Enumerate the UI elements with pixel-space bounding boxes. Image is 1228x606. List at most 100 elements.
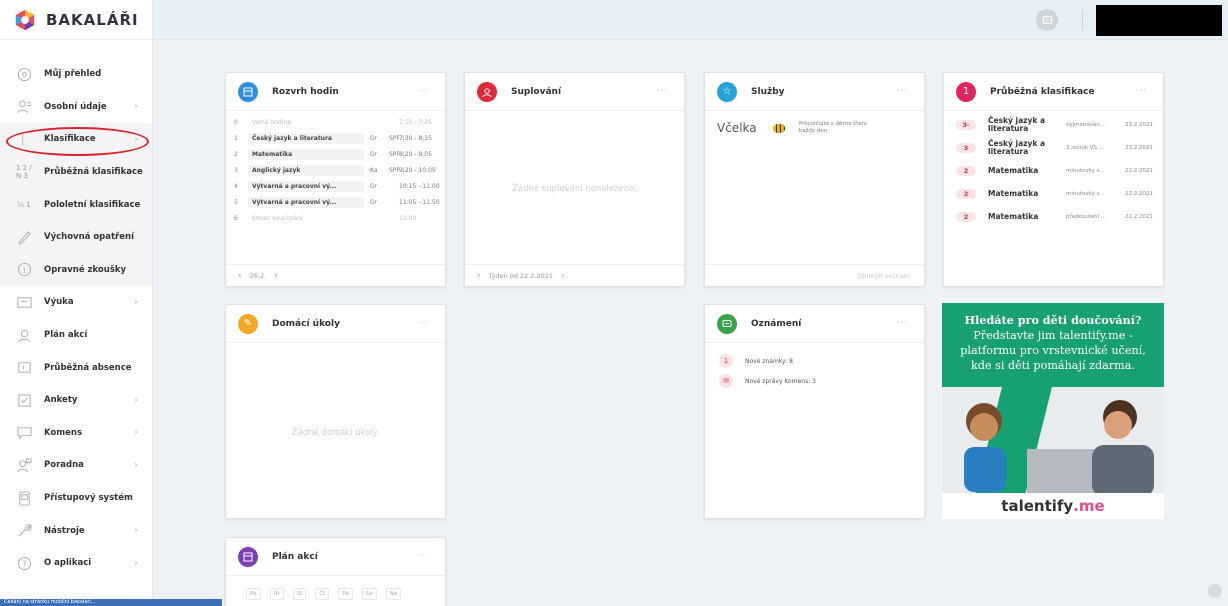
nav-item-nastroje[interactable]: Nástroje › <box>0 514 152 547</box>
card-menu-button[interactable]: ··· <box>417 318 429 328</box>
card-footer: ‹ 26.2. › <box>226 264 445 286</box>
new-messages-icon: ✉ <box>719 374 733 388</box>
survey-icon <box>16 392 32 408</box>
chevron-right-icon: › <box>134 394 138 406</box>
card-menu-button[interactable]: ··· <box>417 551 429 561</box>
weekday: So <box>361 588 377 600</box>
grade-date: 22.2.2021 <box>1125 190 1153 197</box>
chevron-left-icon[interactable]: ‹ <box>477 271 481 281</box>
nav-label: Opravné zkoušky <box>44 264 127 275</box>
announcements-card: Oznámení ··· 1 Nové známky: 8 ✉ Nové zpráv… <box>704 304 925 519</box>
announcement-text: Nové známky: 8 <box>745 357 793 365</box>
grade-row[interactable]: 3- Český jazyk a literatura vyjmenován... 2… <box>944 113 1163 136</box>
logo-suffix: .me <box>1073 497 1105 515</box>
nav-item-opravne-zkousky[interactable]: 1 Opravné zkoušky <box>0 253 152 287</box>
card-title: Průběžná klasifikace <box>990 86 1095 97</box>
nav-item-o-aplikaci[interactable]: ? O aplikaci › <box>0 547 152 580</box>
grade-date: 22.2.2021 <box>1125 213 1153 220</box>
talentify-ad-banner[interactable]: Hledáte pro děti doučování? Představte j… <box>942 303 1164 519</box>
nav-item-ankety[interactable]: Ankety › <box>0 384 152 417</box>
homework-card: ✎ Domácí úkoly ··· Žádné domácí úkoly. <box>225 304 446 519</box>
lesson-time: 9:20 - 10:05 <box>399 166 436 174</box>
schedule-row[interactable]: 4 Výtvarná a pracovní vý... Gr 10:15 - 11:0… <box>226 178 445 194</box>
tools-icon <box>16 523 32 539</box>
nav-item-pristupovy-system[interactable]: Přístupový systém <box>0 482 152 515</box>
nav-label: Výchovná opatření <box>44 232 134 243</box>
announcement-row[interactable]: ✉ Nové zprávy Komens: 3 <box>705 371 924 391</box>
nav-item-vychovna-opatreni[interactable]: Výchovná opatření <box>0 220 152 254</box>
nav-item-prubezna-klasifikace[interactable]: 1 2 / N 3 Průběžná klasifikace <box>0 155 152 189</box>
grade-row[interactable]: 2 Matematika minutovky s... 22.2.2021 <box>944 182 1163 205</box>
grade-date: 23.2.2021 <box>1125 144 1153 151</box>
card-title: Oznámení <box>751 318 802 329</box>
schedule-row[interactable]: 1 Český jazyk a literatura Gr SPF 7:30 - 8:1… <box>226 130 445 146</box>
nav-label: Plán akcí <box>44 330 88 341</box>
events-card: Plán akcí ··· Po Út St Čt Pá So Ne <box>225 537 446 606</box>
card-menu-button[interactable]: ··· <box>417 86 429 96</box>
card-menu-button[interactable]: ··· <box>656 86 668 96</box>
grade-note: přezkoušení ... <box>1066 213 1106 220</box>
chevron-right-icon: › <box>134 557 138 569</box>
chevron-right-icon: › <box>134 427 138 439</box>
lesson-time: 7:30 - 8:15 <box>399 134 432 142</box>
grade-badge-icon: 1 <box>956 81 976 102</box>
announcement-row[interactable]: 1 Nové známky: 8 <box>705 351 924 371</box>
nav-item-vyuka[interactable]: Výuka › <box>0 286 152 319</box>
schedule-row[interactable]: 6 Konec vyučování 12:00 <box>226 210 445 226</box>
star-icon: ☆ <box>717 81 737 102</box>
lesson-subject: Konec vyučování <box>252 214 303 222</box>
card-menu-button[interactable]: ··· <box>1135 86 1147 96</box>
card-menu-button[interactable]: ··· <box>896 318 908 328</box>
schedule-row[interactable]: 0 Volná hodina 7:15 - 7:25 <box>226 114 445 130</box>
nav-item-prubezna-absence[interactable]: Průběžná absence <box>0 351 152 384</box>
nav-item-poradna[interactable]: Poradna › <box>0 449 152 482</box>
nav-label: Přístupový systém <box>44 493 133 504</box>
events-plan-icon <box>16 327 32 343</box>
nav-label: Průběžná absence <box>44 362 132 373</box>
absence-icon <box>16 360 32 376</box>
nav-item-pololetni-klasifikace[interactable]: ½ 1 Pololetní klasifikace <box>0 188 152 221</box>
lesson-subject: Anglický jazyk <box>248 164 364 176</box>
ad-photo-illustration <box>942 387 1164 507</box>
schedule-row[interactable]: 3 Anglický jazyk Ka SPF 9:20 - 10:05 <box>226 162 445 178</box>
grade-value: 3- <box>956 119 976 130</box>
user-menu[interactable] <box>1096 5 1222 36</box>
chevron-left-icon[interactable]: ‹ <box>238 271 242 281</box>
lesson-time: 7:15 - 7:25 <box>399 118 432 126</box>
calendar-icon <box>238 546 258 567</box>
weekday: Pá <box>338 588 353 600</box>
grade-row[interactable]: 2 Matematika přezkoušení ... 22.2.2021 <box>944 205 1163 228</box>
service-item[interactable]: Včelka Procvičujte s dětmi čtení každý d… <box>705 111 924 145</box>
nav-item-prehled[interactable]: Můj přehled <box>0 58 152 91</box>
grade-row[interactable]: 3 Český jazyk a literatura 3.ročník VS ...… <box>944 136 1163 159</box>
lesson-teacher: Gr <box>370 134 378 142</box>
svg-text:1: 1 <box>22 267 26 275</box>
card-header: ☆ Služby ··· <box>705 73 924 111</box>
brand[interactable]: BAKALÁŘI <box>0 0 152 40</box>
lesson-number: 3 <box>234 166 238 174</box>
messages-button[interactable] <box>1036 9 1058 31</box>
nav-item-plan-akci[interactable]: Plán akcí <box>0 319 152 352</box>
grade-value: 2 <box>956 211 976 222</box>
announcement-list: 1 Nové známky: 8 ✉ Nové zprávy Komens: 3 <box>705 343 924 391</box>
schedule-rows: 0 Volná hodina 7:15 - 7:25 1 Český jazyk a … <box>226 111 445 226</box>
status-bar: Čekání na stránku mobilní.bakalari... <box>0 599 222 606</box>
lesson-teacher: Gr <box>370 198 378 206</box>
announcement-text: Nové zprávy Komens: 3 <box>745 377 816 385</box>
schedule-row[interactable]: 5 Výtvarná a pracovní vý... Gr 11:05 - 11:5… <box>226 194 445 210</box>
service-description: Procvičujte s dětmi čtení každý den <box>799 121 867 134</box>
nav-item-komens[interactable]: Komens › <box>0 417 152 450</box>
chevron-right-icon[interactable]: › <box>274 271 278 281</box>
grade-value: 2 <box>956 165 976 176</box>
refresh-list-link[interactable]: Obnovit seznam <box>857 272 910 280</box>
top-bar <box>153 0 1228 40</box>
nav-label: Průběžná klasifikace <box>44 167 143 178</box>
card-title: Plán akcí <box>272 551 318 562</box>
grade-row[interactable]: 2 Matematika minutovky s... 22.2.2021 <box>944 159 1163 182</box>
accessibility-toggle-icon[interactable] <box>1208 584 1222 598</box>
nav-item-osobni-udaje[interactable]: Osobní údaje › <box>0 91 152 124</box>
chevron-right-icon[interactable]: › <box>561 271 565 281</box>
card-menu-button[interactable]: ··· <box>896 86 908 96</box>
schedule-row[interactable]: 2 Matematika Gr SPF 8:20 - 9:05 <box>226 146 445 162</box>
brand-name: BAKALÁŘI <box>46 10 139 29</box>
